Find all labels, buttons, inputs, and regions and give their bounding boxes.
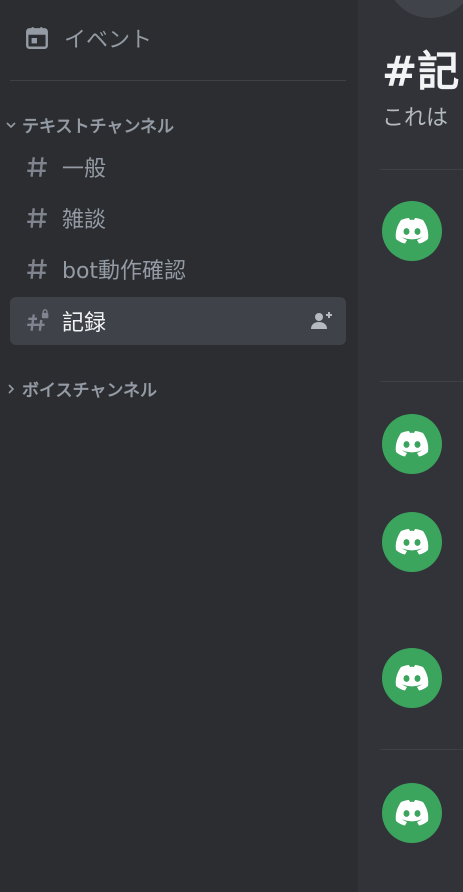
channel-welcome-subtitle: これは xyxy=(382,106,449,131)
discord-logo-icon xyxy=(395,529,429,555)
hash-icon xyxy=(24,154,50,180)
channel-name: 雑談 xyxy=(62,208,107,233)
calendar-icon xyxy=(26,27,48,49)
channel-zatsudan[interactable]: 雑談 xyxy=(10,194,346,242)
avatar[interactable] xyxy=(382,414,442,474)
locked-hash-icon xyxy=(24,308,50,334)
discord-logo-icon xyxy=(395,800,429,826)
sidebar-divider xyxy=(10,80,346,81)
discord-logo-icon xyxy=(395,218,429,244)
message-divider xyxy=(380,169,463,170)
channel-welcome-title: #記 xyxy=(382,47,460,96)
chevron-down-icon xyxy=(4,118,18,132)
chevron-right-icon xyxy=(4,382,18,396)
channel-name: bot動作確認 xyxy=(62,259,187,284)
avatar[interactable] xyxy=(382,783,442,843)
discord-logo-icon xyxy=(395,665,429,691)
category-voice-channels[interactable]: ボイスチャンネル xyxy=(4,376,157,401)
message-divider xyxy=(380,381,463,382)
message-divider xyxy=(380,749,463,750)
chat-main: #記 これは xyxy=(358,0,463,892)
avatar[interactable] xyxy=(382,201,442,261)
hash-icon xyxy=(24,205,50,231)
events-label: イベント xyxy=(64,28,153,53)
category-label: ボイスチャンネル xyxy=(22,381,157,401)
channel-name: 一般 xyxy=(62,157,107,182)
channel-name: 記録 xyxy=(62,311,107,336)
avatar[interactable] xyxy=(382,648,442,708)
category-text-channels[interactable]: テキストチャンネル xyxy=(4,112,174,137)
channel-kiroku[interactable]: 記録 xyxy=(10,297,346,345)
channel-icon-circle xyxy=(386,0,463,18)
hash-icon xyxy=(24,256,50,282)
avatar[interactable] xyxy=(382,512,442,572)
discord-logo-icon xyxy=(395,431,429,457)
category-label: テキストチャンネル xyxy=(22,117,174,137)
channel-ippan[interactable]: 一般 xyxy=(10,143,346,191)
add-member-icon[interactable] xyxy=(310,309,334,333)
events-item[interactable]: イベント xyxy=(24,22,152,54)
channel-sidebar: イベント テキストチャンネル 一般 雑談 bot動作確認 記録 ボイスチャンネル xyxy=(0,0,358,892)
channel-bot-test[interactable]: bot動作確認 xyxy=(10,245,346,293)
